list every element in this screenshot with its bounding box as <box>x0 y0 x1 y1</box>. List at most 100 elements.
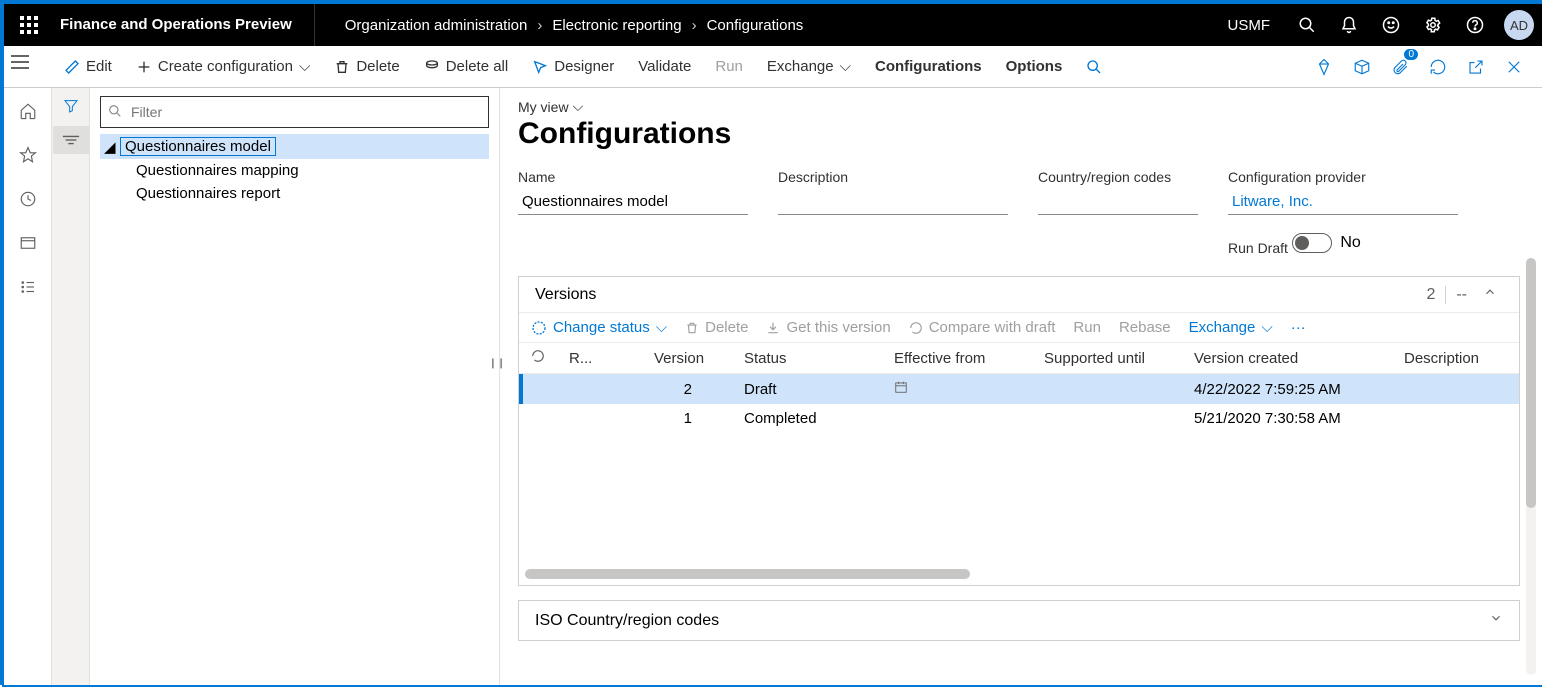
breadcrumb-item-1[interactable]: Electronic reporting <box>552 17 681 34</box>
cell-version: 2 <box>642 374 732 405</box>
version-run-label: Run <box>1073 319 1101 336</box>
run-button: Run <box>703 46 755 88</box>
user-avatar[interactable]: AD <box>1504 10 1534 40</box>
delete-button[interactable]: Delete <box>322 46 411 88</box>
exchange-button[interactable]: Exchange ⌵ <box>755 46 863 88</box>
col-version[interactable]: Version <box>642 343 732 374</box>
rail-favorites[interactable] <box>4 140 52 170</box>
create-label: Create configuration <box>158 58 293 75</box>
create-configuration-button[interactable]: Create configuration ⌵ <box>124 46 322 88</box>
action-box-button[interactable] <box>1346 51 1378 83</box>
rundraft-toggle[interactable] <box>1292 233 1332 253</box>
configuration-tree: ◢ Questionnaires model Questionnaires ma… <box>100 134 489 205</box>
tree-node-mapping[interactable]: Questionnaires mapping <box>100 159 489 182</box>
feedback-button[interactable] <box>1370 4 1412 46</box>
view-selector[interactable]: My view⌵ <box>518 98 1520 115</box>
notifications-button[interactable] <box>1328 4 1370 46</box>
vertical-scrollbar[interactable] <box>1526 258 1536 675</box>
close-button[interactable] <box>1498 51 1530 83</box>
attachments-button[interactable]: 0 <box>1384 51 1416 83</box>
clock-icon <box>19 190 37 208</box>
name-field[interactable] <box>518 189 748 215</box>
country-field[interactable] <box>1038 189 1198 215</box>
iso-section[interactable]: ISO Country/region codes <box>518 600 1520 641</box>
more-button[interactable]: ··· <box>1291 319 1306 336</box>
chevron-down-icon: ⌵ <box>573 98 584 115</box>
delete-label: Delete <box>356 58 399 75</box>
home-icon <box>19 102 37 120</box>
badge-zero: 0 <box>1404 49 1418 60</box>
help-button[interactable] <box>1454 4 1496 46</box>
pencil-icon <box>64 59 80 75</box>
refresh-button[interactable] <box>1422 51 1454 83</box>
col-description[interactable]: Description <box>1392 343 1519 374</box>
change-status-label: Change status <box>553 319 650 336</box>
search-button[interactable] <box>1286 4 1328 46</box>
rail-modules[interactable] <box>4 272 52 302</box>
app-launcher[interactable] <box>4 4 54 46</box>
splitter-handle[interactable]: ❙❙ <box>494 348 500 378</box>
breadcrumb-item-0[interactable]: Organization administration <box>345 17 528 34</box>
search-icon <box>1298 16 1316 34</box>
iso-title: ISO Country/region codes <box>535 612 719 630</box>
grid-row[interactable]: 1 Completed 5/21/2020 7:30:58 AM <box>519 404 1519 433</box>
view-label: My view <box>518 99 569 115</box>
filter-funnel-button[interactable] <box>53 94 89 118</box>
command-search[interactable] <box>1074 46 1114 88</box>
grid-row[interactable]: 2 Draft 4/22/2022 7:59:25 AM <box>519 374 1519 405</box>
description-field[interactable] <box>778 189 1008 215</box>
cell-effective[interactable] <box>882 374 1032 405</box>
chevron-down-icon: ⌵ <box>1261 319 1272 336</box>
version-exchange-button[interactable]: Exchange ⌵ <box>1189 319 1273 336</box>
rail-workspaces[interactable] <box>4 228 52 258</box>
col-effective[interactable]: Effective from <box>882 343 1032 374</box>
compare-icon <box>909 321 923 335</box>
provider-field[interactable] <box>1228 189 1458 215</box>
filter-input[interactable] <box>100 96 489 128</box>
gear-icon <box>1424 16 1442 34</box>
rail-home[interactable] <box>4 96 52 126</box>
diamond-icon <box>1315 58 1333 76</box>
col-r[interactable]: R... <box>557 343 642 374</box>
cell-status: Completed <box>732 404 882 433</box>
nav-toggle[interactable] <box>10 54 30 74</box>
version-delete-label: Delete <box>705 319 748 336</box>
rundraft-value: No <box>1340 234 1360 252</box>
navigation-rail <box>4 88 52 685</box>
funnel-icon <box>63 98 79 114</box>
question-icon <box>1466 16 1484 34</box>
col-supported[interactable]: Supported until <box>1032 343 1182 374</box>
versions-count: 2 <box>1416 286 1446 304</box>
refresh-icon[interactable] <box>531 349 545 363</box>
popout-button[interactable] <box>1460 51 1492 83</box>
filter-lines-button[interactable] <box>53 126 89 154</box>
change-status-button[interactable]: Change status ⌵ <box>531 319 667 336</box>
rail-recent[interactable] <box>4 184 52 214</box>
col-status[interactable]: Status <box>732 343 882 374</box>
action-diamond-button[interactable] <box>1308 51 1340 83</box>
designer-button[interactable]: Designer <box>520 46 626 88</box>
run-label: Run <box>715 58 743 75</box>
company-code[interactable]: USMF <box>1212 17 1287 34</box>
expand-iso[interactable] <box>1489 611 1503 630</box>
configurations-button[interactable]: Configurations <box>863 46 994 88</box>
delete-all-button[interactable]: Delete all <box>412 46 521 88</box>
options-label: Options <box>1006 58 1063 75</box>
col-created[interactable]: Version created <box>1182 343 1392 374</box>
validate-button[interactable]: Validate <box>626 46 703 88</box>
horizontal-scrollbar[interactable] <box>525 569 1513 579</box>
versions-extra: -- <box>1446 286 1477 304</box>
provider-label: Configuration provider <box>1228 169 1458 185</box>
tree-node-report[interactable]: Questionnaires report <box>100 182 489 205</box>
download-icon <box>766 321 780 335</box>
settings-button[interactable] <box>1412 4 1454 46</box>
collapse-versions[interactable] <box>1477 285 1503 304</box>
edit-button[interactable]: Edit <box>52 46 124 88</box>
options-button[interactable]: Options <box>994 46 1075 88</box>
breadcrumb-item-2[interactable]: Configurations <box>707 17 804 34</box>
compare-label: Compare with draft <box>929 319 1056 336</box>
tree-node-root[interactable]: ◢ Questionnaires model <box>100 134 489 159</box>
plus-icon <box>136 59 152 75</box>
tree-collapse-icon[interactable]: ◢ <box>104 138 120 156</box>
chevron-down-icon: ⌵ <box>840 58 851 75</box>
